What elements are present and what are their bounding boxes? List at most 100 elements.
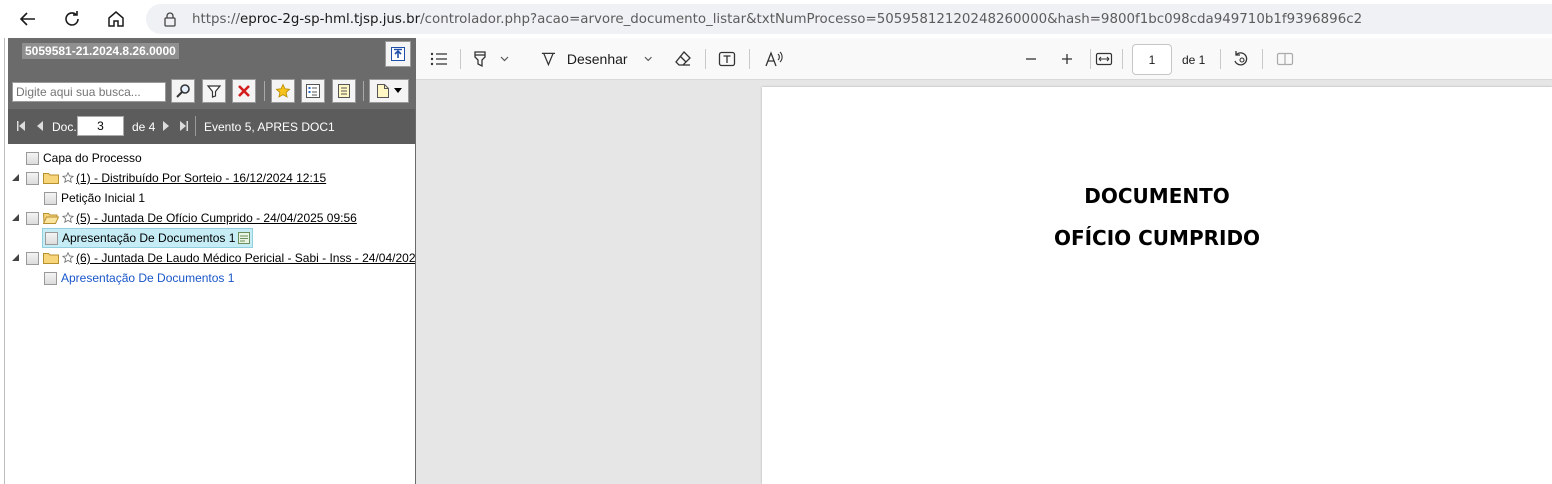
current-event-label: Evento 5, APRES DOC1 (204, 120, 335, 134)
event-link[interactable]: (5) - Juntada De Ofício Cumprido - 24/04… (76, 211, 357, 225)
tree-event-1[interactable]: (1) - Distribuído Por Sorteio - 16/12/20… (26, 169, 326, 187)
toolbar-separator (460, 49, 461, 69)
plus-icon (1062, 54, 1072, 64)
tree-event-5[interactable]: (5) - Juntada De Ofício Cumprido - 24/04… (26, 209, 357, 227)
search-button[interactable] (171, 79, 195, 103)
magnifier-icon (176, 84, 190, 98)
minus-icon (1026, 58, 1036, 60)
text-box-icon (718, 51, 736, 67)
tree-item-label: Capa do Processo (43, 151, 142, 165)
expand-triangle-icon[interactable] (11, 173, 19, 181)
star-outline-icon[interactable] (62, 212, 74, 224)
pdf-toolbar: Desenhar de 1 (416, 38, 1552, 80)
doc-total-label: de 4 (132, 120, 156, 134)
toolbar-separator (1220, 49, 1221, 69)
tree-item-label[interactable]: Apresentação De Documentos 1 (61, 271, 234, 285)
rotate-icon (1234, 51, 1248, 66)
pdf-viewport[interactable]: DOCUMENTO OFÍCIO CUMPRIDO (416, 80, 1552, 484)
fit-width-button[interactable] (1093, 48, 1115, 70)
erase-button[interactable] (672, 48, 694, 70)
tree-item-peticao[interactable]: Petição Inicial 1 (44, 189, 145, 207)
favorites-button[interactable] (271, 79, 295, 103)
document-preview-icon[interactable] (238, 232, 251, 244)
back-button[interactable] (14, 5, 42, 33)
list-icon (306, 84, 320, 98)
next-doc-button[interactable] (161, 119, 171, 133)
url-path: /controlador.php?acao=arvore_documento_l… (420, 11, 1363, 27)
checkbox[interactable] (45, 231, 58, 245)
folder-icon (43, 253, 59, 264)
page-view-button[interactable] (1274, 48, 1296, 70)
new-document-dropdown[interactable] (369, 79, 409, 103)
checkbox[interactable] (26, 171, 39, 185)
last-doc-button[interactable] (179, 119, 189, 133)
note-icon (338, 84, 350, 98)
tree-item-laudo-doc[interactable]: Apresentação De Documentos 1 (44, 269, 234, 287)
star-outline-icon[interactable] (62, 252, 74, 264)
toolbar-separator (749, 49, 750, 69)
first-doc-button[interactable] (16, 119, 26, 133)
home-icon (108, 11, 124, 27)
zoom-out-button[interactable] (1020, 48, 1042, 70)
add-text-button[interactable] (716, 48, 738, 70)
zoom-in-button[interactable] (1056, 48, 1078, 70)
toolbar-separator (264, 81, 265, 101)
two-page-view-icon (1276, 52, 1294, 66)
rotate-button[interactable] (1230, 48, 1252, 70)
expand-triangle-icon[interactable] (11, 253, 19, 261)
last-page-icon (180, 121, 188, 131)
filter-icon (206, 85, 222, 98)
tree-item-label: Apresentação De Documentos 1 (62, 231, 236, 245)
read-aloud-button[interactable] (762, 48, 786, 70)
page-number-input[interactable] (1132, 44, 1172, 75)
reload-icon (65, 11, 79, 26)
address-bar[interactable]: https://eproc-2g-sp-hml.tjsp.jus.br/cont… (146, 4, 1552, 34)
collapse-panel-button[interactable] (385, 41, 411, 67)
red-x-icon (238, 85, 250, 97)
tree-item-label: Petição Inicial 1 (61, 191, 146, 205)
checkbox[interactable] (26, 251, 39, 265)
clear-search-button[interactable] (232, 79, 256, 103)
folder-icon (43, 173, 59, 184)
tree-item-capa[interactable]: Capa do Processo (26, 149, 142, 167)
table-of-contents-icon (430, 52, 447, 66)
draw-pen-icon (541, 52, 555, 67)
event-link[interactable]: (6) - Juntada De Laudo Médico Pericial -… (76, 251, 415, 265)
checkbox[interactable] (26, 211, 39, 225)
notes-button[interactable] (332, 79, 356, 103)
lock-icon (162, 11, 178, 27)
event-link[interactable]: (1) - Distribuído Por Sorteio - 16/12/20… (76, 171, 326, 185)
url-prefix: https:// (192, 11, 240, 27)
chevron-down-icon (644, 56, 652, 62)
filter-button[interactable] (202, 79, 226, 103)
document-heading-line-2: OFÍCIO CUMPRIDO (1053, 226, 1261, 250)
tree-event-6[interactable]: (6) - Juntada De Laudo Médico Pericial -… (26, 249, 415, 267)
checkbox[interactable] (44, 191, 57, 205)
reload-button[interactable] (58, 5, 86, 33)
doc-label: Doc. (52, 120, 77, 134)
list-view-button[interactable] (301, 79, 325, 103)
draw-label: Desenhar (566, 51, 628, 67)
doc-number-input[interactable] (77, 116, 124, 136)
star-outline-icon[interactable] (62, 172, 74, 184)
url-text: https://eproc-2g-sp-hml.tjsp.jus.br/cont… (192, 12, 1362, 27)
home-button[interactable] (102, 5, 130, 33)
toolbar-separator (363, 81, 364, 101)
next-page-icon (163, 121, 169, 131)
search-input[interactable] (12, 82, 166, 102)
checkbox[interactable] (26, 151, 39, 165)
process-tree-panel: 5059581-21.2024.8.26.0000 Digite aqui su… (4, 38, 416, 484)
document-tree: Capa do Processo (1) - Distribuído Por S… (8, 144, 415, 484)
previous-doc-button[interactable] (35, 119, 45, 133)
checkbox[interactable] (44, 271, 57, 285)
draw-button[interactable]: Desenhar (540, 48, 652, 70)
read-aloud-icon (765, 51, 783, 67)
contents-button[interactable] (428, 48, 450, 70)
highlight-button[interactable] (472, 48, 514, 70)
expand-triangle-icon[interactable] (11, 213, 19, 221)
toolbar-separator (1262, 49, 1263, 69)
caret-down-icon (394, 88, 402, 93)
document-heading-line-1: DOCUMENTO (1084, 184, 1230, 208)
tree-item-selected-document[interactable]: Apresentação De Documentos 1 (42, 228, 254, 248)
open-folder-icon (43, 213, 59, 224)
